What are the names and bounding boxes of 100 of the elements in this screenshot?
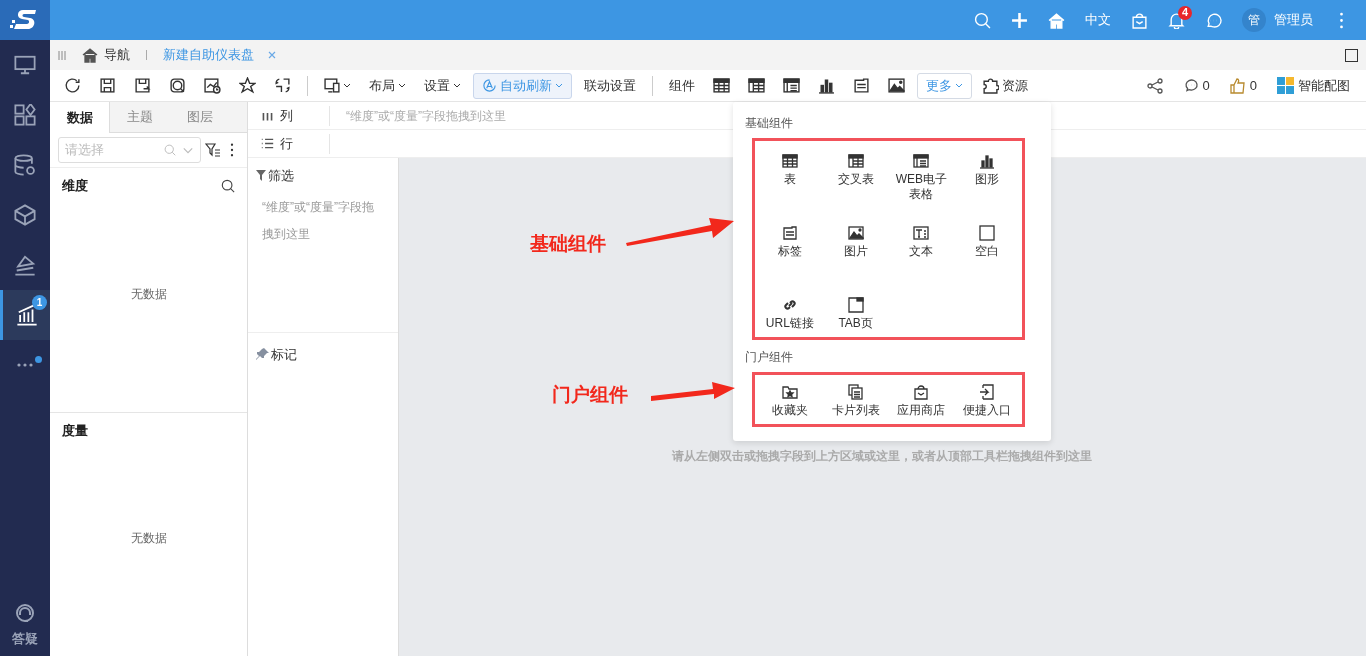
image-icon <box>888 77 905 94</box>
home-icon[interactable] <box>1048 11 1065 29</box>
empty-text: 无数据 <box>130 530 167 548</box>
annotation-label: 基础组件 <box>530 232 606 256</box>
funnel-icon <box>256 170 266 182</box>
bag-icon[interactable] <box>1131 11 1148 29</box>
component-item[interactable]: 应用商店 <box>888 384 955 418</box>
database-icon <box>14 154 36 176</box>
toolbar-button[interactable]: 0 <box>1182 72 1210 99</box>
canvas-hint: 请从左侧双击或拖拽字段到上方区域或这里，或者从顶部工具栏拖拽组件到这里 <box>672 448 1092 465</box>
square-icon <box>979 225 996 241</box>
tab[interactable]: 导航 <box>104 45 130 65</box>
component-item[interactable]: 表 <box>757 153 823 187</box>
save-as-icon <box>134 77 151 94</box>
monitor-icon <box>14 54 36 76</box>
filter-title: 筛选 <box>268 167 294 185</box>
link-icon <box>781 297 798 313</box>
save-icon <box>99 77 116 94</box>
pin-icon <box>256 348 269 362</box>
component-item[interactable]: 收藏夹 <box>757 384 823 418</box>
help-label[interactable]: 答疑 <box>12 628 38 648</box>
menu-section-title: 门户组件 <box>745 349 794 366</box>
rows-icon <box>261 137 274 150</box>
chevron-down-icon <box>453 83 461 88</box>
headset-icon[interactable] <box>14 602 36 625</box>
text-box-icon <box>913 225 930 241</box>
annotation-label: 门户组件 <box>552 383 628 407</box>
menu-section-title: 基础组件 <box>745 115 794 132</box>
empty-text: 无数据 <box>130 285 167 303</box>
toolbar-button[interactable]: 资源 <box>978 72 1032 99</box>
component-item[interactable]: 图形 <box>954 153 1020 187</box>
toolbar-button[interactable]: 0 <box>1229 72 1257 99</box>
count-badge: 4 <box>1178 5 1192 20</box>
crosstab-icon <box>748 77 765 94</box>
toolbar-button[interactable]: 设置 <box>418 72 467 99</box>
card-list-icon <box>847 384 864 400</box>
component-item[interactable]: 便捷入口 <box>954 384 1020 418</box>
filter-hint: “维度”或“度量”字段拖拽到这里 <box>261 198 375 243</box>
plus-icon[interactable] <box>1011 11 1028 29</box>
preview-icon <box>169 77 186 94</box>
component-item[interactable]: 图片 <box>822 225 889 259</box>
chart-clock-icon <box>204 77 221 94</box>
count-badge: 1 <box>32 295 47 310</box>
spreadsheet-icon <box>783 77 800 94</box>
enter-icon <box>979 384 996 400</box>
swap-icon <box>274 77 291 94</box>
chevron-down-icon <box>398 83 406 88</box>
search-icon[interactable] <box>221 179 235 193</box>
tab-page-icon <box>847 297 864 313</box>
component-item[interactable]: 标签 <box>757 225 823 259</box>
chevron-down-icon <box>955 83 963 88</box>
cube-icon <box>14 204 36 226</box>
section-title: 度量 <box>62 421 88 440</box>
chevron-down-icon <box>555 83 563 88</box>
home-icon <box>82 47 98 63</box>
shelf-label: 列 <box>280 106 293 125</box>
component-item[interactable]: 卡片列表 <box>822 384 889 418</box>
component-item[interactable]: TAB页 <box>822 297 889 331</box>
toolbar-button[interactable]: 联动设置 <box>578 72 642 99</box>
user-avatar[interactable]: 管 <box>1242 8 1266 32</box>
puzzle-icon <box>982 77 999 94</box>
panel-tab[interactable]: 数据 <box>50 102 110 133</box>
search-icon <box>164 144 176 156</box>
shelf-label: 行 <box>280 134 293 153</box>
layers-icon <box>14 254 36 276</box>
label-icon <box>781 225 798 241</box>
share-icon <box>1146 77 1163 94</box>
bar-chart-icon <box>979 153 996 169</box>
grip-icon[interactable] <box>58 50 66 60</box>
toolbar-button[interactable]: 组件 <box>663 72 701 99</box>
toolbar-button[interactable]: 智能配图 <box>1277 72 1350 99</box>
refresh-a-icon <box>482 78 497 93</box>
spreadsheet-icon <box>913 153 930 169</box>
thumbs-up-icon <box>1229 77 1246 94</box>
component-item[interactable]: 交叉表 <box>822 153 889 187</box>
bag-icon <box>913 384 930 400</box>
bar-chart-icon <box>818 77 835 94</box>
apps-icon <box>14 104 36 126</box>
chevron-down-icon <box>343 83 351 88</box>
table-icon <box>713 77 730 94</box>
toolbar-button[interactable]: 布局 <box>363 72 412 99</box>
chevron-down-icon <box>182 146 194 154</box>
component-item[interactable]: URL链接 <box>757 297 823 331</box>
component-item[interactable]: WEB电子表格 <box>888 153 955 202</box>
table-icon <box>781 153 798 169</box>
component-item[interactable]: 文本 <box>888 225 955 259</box>
refresh-icon <box>64 77 81 94</box>
folder-star-icon <box>781 384 798 400</box>
section-title: 维度 <box>62 177 88 196</box>
component-item[interactable]: 空白 <box>954 225 1020 259</box>
bar-chart-icon <box>15 304 38 326</box>
filter-list-icon[interactable] <box>205 142 221 158</box>
label-icon <box>853 77 870 94</box>
chat-icon[interactable] <box>1205 11 1222 29</box>
marks-title: 标记 <box>271 346 297 364</box>
crosstab-icon <box>847 153 864 169</box>
star-icon <box>239 77 256 94</box>
more-icon <box>17 363 33 367</box>
image-icon <box>847 225 864 241</box>
maximize-icon[interactable] <box>1345 48 1358 62</box>
